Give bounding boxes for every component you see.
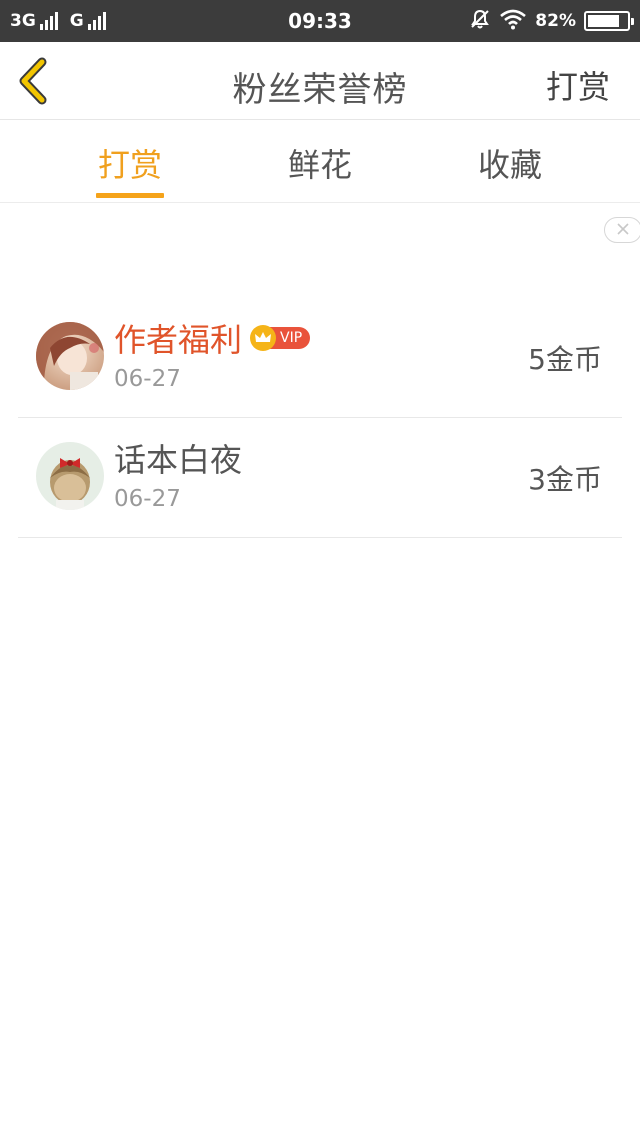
avatar[interactable] <box>36 442 104 510</box>
wifi-icon <box>499 8 527 35</box>
close-button[interactable] <box>604 217 640 243</box>
list-item[interactable]: 话本白夜 06-27 3金币 <box>18 418 622 538</box>
avatar[interactable] <box>36 322 104 390</box>
header: 粉丝荣誉榜 打赏 <box>0 42 640 120</box>
status-right: 82% <box>469 8 634 35</box>
tab-bar: 打赏 鲜花 收藏 <box>0 120 640 203</box>
crown-icon <box>250 325 277 351</box>
battery-percent: 82% <box>535 11 576 31</box>
tab-flowers[interactable]: 鲜花 <box>250 120 390 203</box>
page-title: 粉丝荣誉榜 <box>232 70 408 110</box>
user-name-line: 话本白夜 <box>114 436 242 480</box>
user-name: 作者福利 <box>114 321 243 359</box>
tab-active-indicator <box>96 193 164 198</box>
status-bar: 3G G 09:33 82% <box>0 0 640 42</box>
user-name-line: 作者福利 VIP <box>114 316 311 360</box>
tab-label: 打赏 <box>97 146 162 184</box>
reward-date: 06-27 <box>114 366 181 392</box>
tab-favorites[interactable]: 收藏 <box>440 120 580 203</box>
battery-icon <box>584 11 634 31</box>
battery-fill <box>588 15 620 27</box>
user-name: 话本白夜 <box>114 441 243 479</box>
reward-button[interactable]: 打赏 <box>546 62 610 108</box>
vip-badge: VIP <box>250 325 311 351</box>
reward-amount: 3金币 <box>528 463 602 496</box>
mute-bell-icon <box>469 8 491 35</box>
tab-label: 鲜花 <box>287 146 352 184</box>
reward-date: 06-27 <box>114 486 181 512</box>
tab-label: 收藏 <box>477 146 542 184</box>
reward-amount: 5金币 <box>528 343 602 376</box>
close-icon <box>617 223 629 235</box>
list-item[interactable]: 作者福利 VIP 06-27 5金币 <box>18 298 622 418</box>
tab-reward[interactable]: 打赏 <box>60 120 200 203</box>
